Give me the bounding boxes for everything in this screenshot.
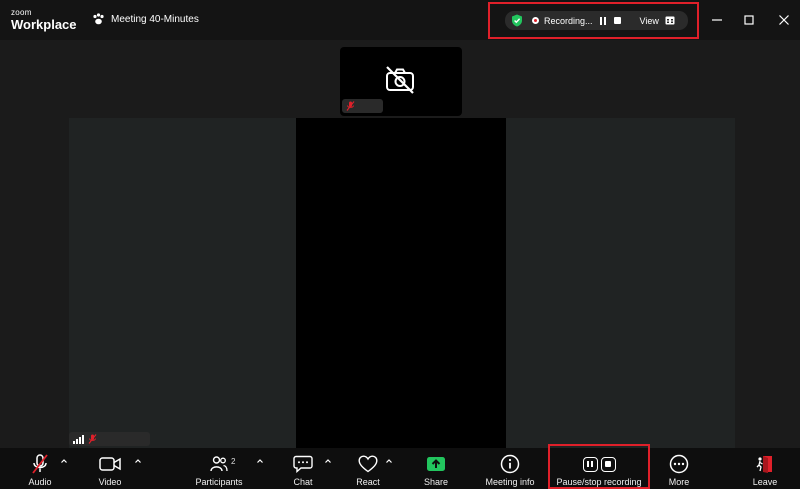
leave-label: Leave — [752, 477, 778, 487]
meeting-title[interactable]: Meeting 40-Minutes — [92, 13, 199, 25]
active-speaker-video — [296, 118, 506, 448]
participant-name-tag — [342, 99, 383, 113]
react-label: React — [356, 477, 380, 487]
share-button[interactable]: Share — [420, 448, 452, 489]
zoom-workplace-logo: zoom Workplace — [11, 8, 77, 32]
meeting-info-label: Meeting info — [485, 477, 535, 487]
react-button[interactable]: React — [352, 448, 384, 489]
react-options-chevron-up-icon[interactable] — [385, 457, 393, 465]
more-label: More — [668, 477, 690, 487]
camera-off-icon — [386, 66, 414, 94]
close-icon[interactable] — [776, 12, 792, 28]
participants-icon — [210, 456, 228, 472]
chat-button[interactable]: Chat — [288, 448, 318, 489]
self-video-tile[interactable] — [340, 47, 462, 116]
share-label: Share — [423, 477, 449, 487]
logo-line-1: zoom — [11, 8, 32, 17]
meeting-title-text: Meeting 40-Minutes — [111, 13, 199, 25]
audio-label: Audio — [28, 477, 52, 487]
chat-label: Chat — [293, 477, 313, 487]
participants-count: 2 — [231, 457, 236, 466]
chat-bubble-icon — [293, 455, 313, 473]
pause-stop-recording-highlight-box — [548, 444, 650, 489]
maximize-icon[interactable] — [741, 12, 757, 28]
mic-muted-icon — [346, 101, 355, 111]
leave-door-icon — [756, 456, 772, 473]
audio-button[interactable]: Audio — [22, 448, 58, 489]
video-button[interactable]: Video — [92, 448, 128, 489]
leave-button[interactable]: Leave — [750, 448, 780, 489]
minimize-icon[interactable] — [709, 12, 725, 28]
title-bar: zoom Workplace Meeting 40-Minutes Record… — [0, 0, 800, 40]
meeting-info-button[interactable]: Meeting info — [482, 448, 538, 489]
mic-muted-icon — [32, 454, 48, 474]
heart-icon — [358, 455, 378, 473]
active-speaker-view[interactable] — [69, 118, 735, 448]
participants-button[interactable]: Participants — [191, 448, 247, 489]
mic-muted-icon — [88, 434, 97, 444]
participants-label: Participants — [195, 477, 243, 487]
more-dots-icon — [669, 454, 689, 474]
meeting-toolbar: Audio Video Participants 2 Chat React Sh… — [0, 448, 800, 489]
video-camera-icon — [99, 457, 121, 471]
chat-options-chevron-up-icon[interactable] — [324, 457, 332, 465]
logo-line-2: Workplace — [11, 17, 77, 32]
signal-strength-icon — [73, 434, 84, 444]
audio-options-chevron-up-icon[interactable] — [60, 457, 68, 465]
paw-icon — [93, 13, 104, 25]
participants-options-chevron-up-icon[interactable] — [256, 457, 264, 465]
video-options-chevron-up-icon[interactable] — [134, 457, 142, 465]
more-button[interactable]: More — [664, 448, 694, 489]
recording-highlight-box — [488, 2, 699, 39]
info-icon — [500, 454, 520, 474]
speaker-name-tag — [69, 432, 150, 446]
video-label: Video — [98, 477, 122, 487]
share-screen-icon — [427, 457, 445, 471]
